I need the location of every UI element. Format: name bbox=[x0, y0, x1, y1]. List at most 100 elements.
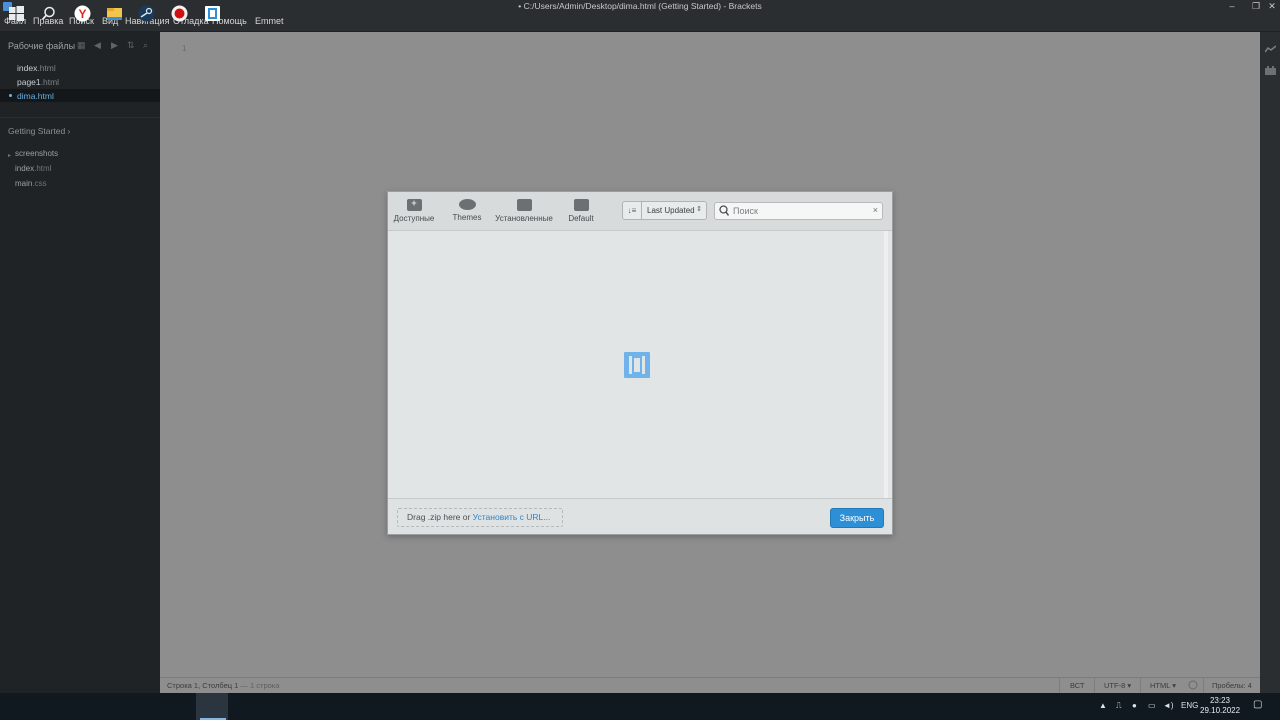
folder-collapsed-icon[interactable]: ▸ bbox=[8, 152, 11, 159]
status-bar: Строка 1, Столбец 1 — 1 строка ВСТ UTF-8… bbox=[160, 677, 1260, 694]
linter-status-icon[interactable] bbox=[1188, 680, 1198, 692]
working-file-item[interactable]: index.html bbox=[17, 63, 56, 73]
file-name: index bbox=[17, 63, 38, 73]
cursor-position: Строка 1, Столбец 1 — 1 строка bbox=[167, 681, 279, 690]
nav-back-icon[interactable]: ◀ bbox=[94, 40, 101, 51]
package-icon bbox=[573, 199, 589, 211]
tab-available[interactable]: + Доступные bbox=[392, 198, 436, 223]
clock-date: 29.10.2022 bbox=[1200, 706, 1241, 715]
tab-label: Default bbox=[568, 214, 594, 223]
tab-label: Themes bbox=[452, 213, 482, 222]
brackets-loading-spinner-icon bbox=[624, 352, 650, 378]
tree-file-item[interactable]: index.html bbox=[15, 164, 51, 173]
brackets-icon[interactable] bbox=[204, 5, 221, 22]
file-explorer-icon[interactable] bbox=[106, 5, 123, 22]
active-app-highlight bbox=[196, 693, 228, 720]
start-icon[interactable] bbox=[8, 5, 25, 22]
extension-search-input[interactable] bbox=[733, 204, 869, 218]
sort-label: Last Updated bbox=[647, 206, 695, 215]
updown-arrows-icon: ⇕ bbox=[696, 206, 702, 213]
working-files-header: Рабочие файлы bbox=[8, 41, 76, 51]
minimize-button[interactable]: – bbox=[1222, 0, 1242, 13]
menu-emmet[interactable]: Emmet bbox=[255, 16, 284, 26]
tab-themes[interactable]: Themes bbox=[450, 199, 484, 222]
install-from-url-link[interactable]: Установить с URL... bbox=[473, 512, 551, 522]
notifications-icon[interactable]: ▢ bbox=[1253, 699, 1262, 710]
file-ext: .html bbox=[34, 164, 52, 173]
windows-taskbar bbox=[0, 693, 1280, 720]
file-ext: .html bbox=[35, 91, 54, 101]
status-separator bbox=[1094, 678, 1095, 694]
volume-icon[interactable]: ◄) bbox=[1163, 701, 1174, 710]
search-icon[interactable] bbox=[40, 5, 57, 22]
sidebar: Рабочие файлы ▦ ◀ ▶ ⇅ ⌕ index.html page1… bbox=[0, 32, 160, 693]
unsaved-dot-icon bbox=[9, 94, 12, 97]
indent-setting[interactable]: Пробелы: 4 bbox=[1212, 681, 1252, 690]
yandex-browser-icon[interactable]: Y bbox=[74, 5, 91, 22]
input-language-indicator[interactable]: ENG bbox=[1181, 701, 1198, 710]
language-select[interactable]: HTML ▾ bbox=[1150, 681, 1176, 690]
status-separator bbox=[1140, 678, 1141, 694]
file-ext: .css bbox=[32, 179, 47, 188]
extension-manager-dialog: + Доступные Themes Установленные Default… bbox=[387, 191, 893, 535]
clear-search-icon[interactable]: × bbox=[873, 205, 878, 215]
package-icon bbox=[516, 199, 532, 211]
tab-label: Доступные bbox=[393, 214, 435, 223]
clock-time: 23:23 bbox=[1209, 696, 1231, 705]
encoding-select[interactable]: UTF-8 ▾ bbox=[1104, 681, 1131, 690]
sort-files-icon[interactable]: ⇅ bbox=[127, 40, 135, 51]
file-name: page1 bbox=[17, 77, 41, 87]
cursor-text: Строка 1, Столбец 1 bbox=[167, 681, 239, 690]
search-icon bbox=[719, 205, 729, 216]
palette-icon bbox=[458, 199, 476, 210]
extension-manager-footer: Drag .zip here or Установить с URL... За… bbox=[388, 498, 892, 534]
file-name: main bbox=[15, 179, 33, 188]
file-ext: .html bbox=[37, 63, 56, 73]
line-number: 1 bbox=[182, 44, 187, 53]
microphone-icon[interactable]: ● bbox=[1132, 701, 1137, 710]
status-separator bbox=[1203, 678, 1204, 694]
system-clock[interactable]: 23:23 29.10.2022 bbox=[1200, 696, 1240, 716]
insert-mode[interactable]: ВСТ bbox=[1070, 681, 1085, 690]
file-name: index bbox=[15, 164, 35, 173]
right-toolbar bbox=[1260, 32, 1280, 693]
list-scrollbar[interactable] bbox=[884, 231, 888, 498]
sidebar-search-icon[interactable]: ⌕ bbox=[143, 40, 148, 51]
tab-label: Установленные bbox=[495, 214, 553, 223]
working-file-item-active[interactable]: dima.html bbox=[17, 91, 54, 101]
working-file-item[interactable]: page1.html bbox=[17, 77, 59, 87]
svg-text:Y: Y bbox=[78, 7, 86, 21]
extension-list-area bbox=[388, 231, 892, 498]
obs-icon[interactable] bbox=[171, 5, 188, 22]
extension-search-box[interactable]: × bbox=[714, 202, 883, 220]
network-icon[interactable]: ▭ bbox=[1148, 701, 1156, 710]
menu-bar: Файл Правка Поиск Вид Навигация Отладка … bbox=[0, 13, 1280, 32]
title-bar: • C:/Users/Admin/Desktop/dima.html (Gett… bbox=[0, 0, 1280, 13]
live-preview-icon[interactable] bbox=[1264, 45, 1277, 54]
usb-icon[interactable]: ⎍ bbox=[1116, 701, 1122, 711]
close-button[interactable]: Закрыть bbox=[830, 508, 884, 528]
tree-file-item[interactable]: main.css bbox=[15, 179, 47, 188]
sort-dropdown[interactable]: ↓≡ Last Updated ⇕ bbox=[622, 201, 707, 220]
close-window-button[interactable]: ✕ bbox=[1262, 0, 1280, 13]
extension-manager-toolbar: + Доступные Themes Установленные Default… bbox=[388, 192, 892, 231]
status-separator bbox=[1059, 678, 1060, 694]
split-view-icon[interactable]: ▦ bbox=[77, 40, 86, 51]
tree-folder-item[interactable]: screenshots bbox=[15, 149, 58, 158]
window-title: • C:/Users/Admin/Desktop/dima.html (Gett… bbox=[518, 1, 762, 11]
add-box-icon: + bbox=[406, 198, 422, 211]
steam-icon[interactable] bbox=[138, 5, 155, 22]
tray-overflow-icon[interactable]: ▲ bbox=[1099, 701, 1107, 710]
nav-forward-icon[interactable]: ▶ bbox=[111, 40, 118, 51]
project-title[interactable]: Getting Started › bbox=[8, 126, 70, 136]
tab-default[interactable]: Default bbox=[566, 199, 596, 223]
line-count: — 1 строка bbox=[240, 681, 280, 690]
file-ext: .html bbox=[40, 77, 60, 87]
sort-icon[interactable]: ↓≡ bbox=[623, 202, 642, 219]
drop-zone-text: Drag .zip here or bbox=[407, 512, 473, 522]
tab-installed[interactable]: Установленные bbox=[493, 199, 555, 223]
zip-drop-zone[interactable]: Drag .zip here or Установить с URL... bbox=[397, 508, 563, 527]
extension-manager-icon[interactable] bbox=[1265, 66, 1276, 75]
folder-name: screenshots bbox=[15, 149, 59, 158]
file-name: dima bbox=[17, 91, 36, 101]
